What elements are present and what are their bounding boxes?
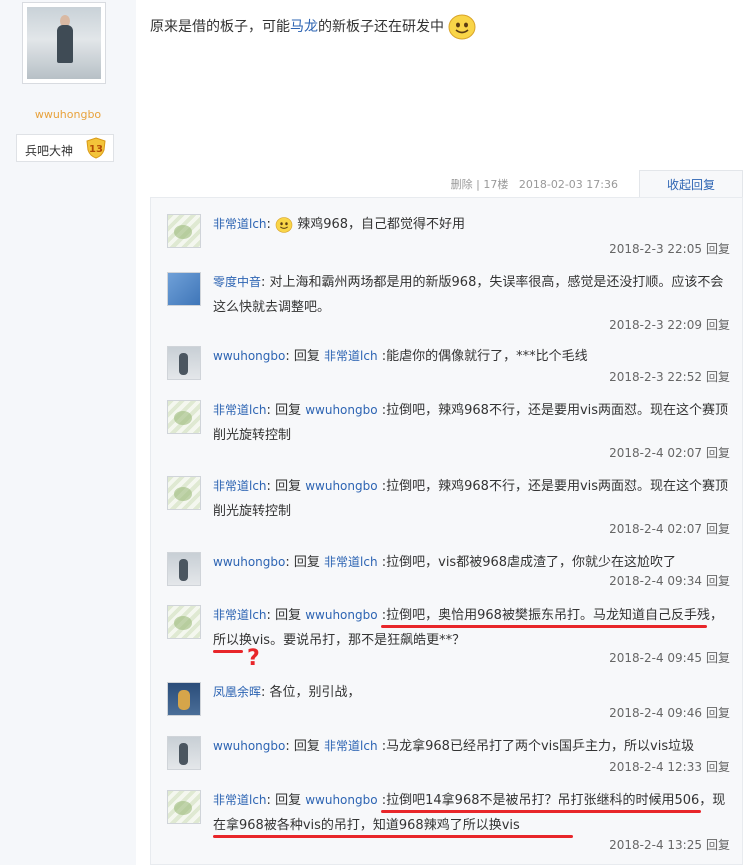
reply-meta: 2018-2-4 09:46 回复 (609, 706, 730, 720)
reply-meta: 2018-2-3 22:05 回复 (609, 242, 730, 256)
reply-username[interactable]: 非常道lch (213, 217, 267, 231)
reply-button[interactable]: 回复 (706, 651, 730, 665)
reply-avatar[interactable] (167, 272, 201, 306)
reply-to-username[interactable]: 非常道lch (324, 349, 378, 363)
author-avatar[interactable] (22, 2, 106, 84)
list-item: 非常道lch: 回复 wwuhongbo :拉倒吧14拿968不是被吊打？吊打张… (151, 788, 742, 862)
reply-to-username[interactable]: wwuhongbo (305, 793, 377, 807)
reply-username[interactable]: 凤凰余晖 (213, 685, 261, 699)
reply-button[interactable]: 回复 (706, 522, 730, 536)
list-item: wwuhongbo: 回复 非常道lch :能虐你的偶像就行了，***比个毛线 … (151, 344, 742, 394)
reply-avatar[interactable] (167, 346, 201, 380)
reply-meta: 2018-2-4 02:07 回复 (609, 446, 730, 460)
svg-text:13: 13 (89, 144, 103, 155)
reply-avatar[interactable] (167, 214, 201, 248)
list-item: 非常道lch: 回复 wwuhongbo :拉倒吧，奥恰用968被樊振东吊打。马… (151, 603, 742, 673)
post-date: 2018-02-03 17:36 (518, 178, 618, 191)
reply-button[interactable]: 回复 (706, 370, 730, 384)
author-username[interactable]: wwuhongbo (0, 108, 136, 121)
reply-text: 拉倒吧，vis都被968虐成渣了，你就少在这尬吹了 (386, 555, 677, 570)
reply-username[interactable]: 非常道lch (213, 479, 267, 493)
floor-number: 17楼 (483, 178, 509, 191)
reply-to-username[interactable]: wwuhongbo (305, 403, 377, 417)
post-meta: 删除 | 17楼 2018-02-03 17:36 (450, 178, 618, 191)
reply-button[interactable]: 回复 (706, 574, 730, 588)
reply-text: 对上海和霸州两场都是用的新版968，失误率很高，感觉是还没打顺。应该不会这么快就… (213, 275, 724, 315)
reply-avatar[interactable] (167, 476, 201, 510)
reply-text: 马龙拿968已经吊打了两个vis国乒主力，所以vis垃圾 (386, 739, 695, 754)
reply-avatar[interactable] (167, 790, 201, 824)
reply-text: 各位，别引战， (269, 685, 361, 700)
list-item: 非常道lch: 辣鸡968，自己都觉得不好用 2018-2-3 22:05 回复 (151, 212, 742, 272)
list-item: 零度中音: 对上海和霸州两场都是用的新版968，失误率很高，感觉是还没打顺。应该… (151, 270, 742, 334)
red-underline-mark (213, 835, 573, 838)
list-item: 非常道lch: 回复 wwuhongbo :拉倒吧，辣鸡968不行，还是要用vi… (151, 474, 742, 544)
reply-button[interactable]: 回复 (706, 760, 730, 774)
list-item: wwuhongbo: 回复 非常道lch :马龙拿968已经吊打了两个vis国乒… (151, 734, 742, 782)
reply-button[interactable]: 回复 (706, 838, 730, 852)
reply-avatar[interactable] (167, 605, 201, 639)
red-underline-mark (381, 810, 701, 813)
reply-to-username[interactable]: 非常道lch (324, 739, 378, 753)
reply-avatar[interactable] (167, 552, 201, 586)
list-item: 凤凰余晖: 各位，别引战， 2018-2-4 09:46 回复 (151, 680, 742, 728)
post-link-malong[interactable]: 马龙 (290, 19, 318, 35)
reply-meta: 2018-2-4 13:25 回复 (609, 838, 730, 852)
reply-meta: 2018-2-4 02:07 回复 (609, 522, 730, 536)
smiley-emoji-icon (275, 216, 293, 233)
toggle-replies-button[interactable]: 收起回复 (639, 170, 743, 198)
author-title: 兵吧大神 (25, 144, 74, 158)
reply-meta: 2018-2-3 22:52 回复 (609, 370, 730, 384)
post-area: 原来是借的板子，可能马龙的新板子还在研发中 删除 | 17楼 2018-02-0… (136, 0, 743, 865)
reply-text: 辣鸡968，自己都觉得不好用 (297, 217, 466, 232)
reply-text: 能虐你的偶像就行了，***比个毛线 (386, 349, 588, 364)
author-title-badge[interactable]: 兵吧大神 13 (16, 134, 114, 162)
delete-link[interactable]: 删除 (451, 178, 473, 191)
red-underline-mark (213, 650, 243, 653)
post-content: 原来是借的板子，可能马龙的新板子还在研发中 (150, 14, 476, 40)
reply-username[interactable]: 非常道lch (213, 403, 267, 417)
reply-meta: 2018-2-4 09:45 回复 (609, 651, 730, 665)
red-question-mark: ? (247, 646, 260, 671)
reply-meta: 2018-2-3 22:09 回复 (609, 318, 730, 332)
reply-username[interactable]: wwuhongbo (213, 739, 285, 753)
list-item: 非常道lch: 回复 wwuhongbo :拉倒吧，辣鸡968不行，还是要用vi… (151, 398, 742, 468)
reply-username[interactable]: 非常道lch (213, 608, 267, 622)
reply-list: 非常道lch: 辣鸡968，自己都觉得不好用 2018-2-3 22:05 回复 … (150, 197, 743, 865)
level-shield-icon: 13 (86, 137, 106, 159)
reply-meta: 2018-2-4 12:33 回复 (609, 760, 730, 774)
reply-button[interactable]: 回复 (706, 706, 730, 720)
reply-button[interactable]: 回复 (706, 242, 730, 256)
red-underline-mark (381, 625, 707, 628)
reply-to-username[interactable]: wwuhongbo (305, 479, 377, 493)
reply-avatar[interactable] (167, 400, 201, 434)
reply-button[interactable]: 回复 (706, 318, 730, 332)
reply-username[interactable]: wwuhongbo (213, 349, 285, 363)
reply-to-username[interactable]: 非常道lch (324, 555, 378, 569)
reply-to-username[interactable]: wwuhongbo (305, 608, 377, 622)
reply-avatar[interactable] (167, 736, 201, 770)
reply-button[interactable]: 回复 (706, 446, 730, 460)
reply-avatar[interactable] (167, 682, 201, 716)
reply-username[interactable]: 零度中音 (213, 275, 261, 289)
reply-meta: 2018-2-4 09:34 回复 (609, 574, 730, 588)
list-item: wwuhongbo: 回复 非常道lch :拉倒吧，vis都被968虐成渣了，你… (151, 550, 742, 598)
smiley-emoji-icon (448, 14, 476, 40)
reply-username[interactable]: 非常道lch (213, 793, 267, 807)
reply-username[interactable]: wwuhongbo (213, 555, 285, 569)
author-sidebar: wwuhongbo 兵吧大神 13 (0, 0, 137, 865)
